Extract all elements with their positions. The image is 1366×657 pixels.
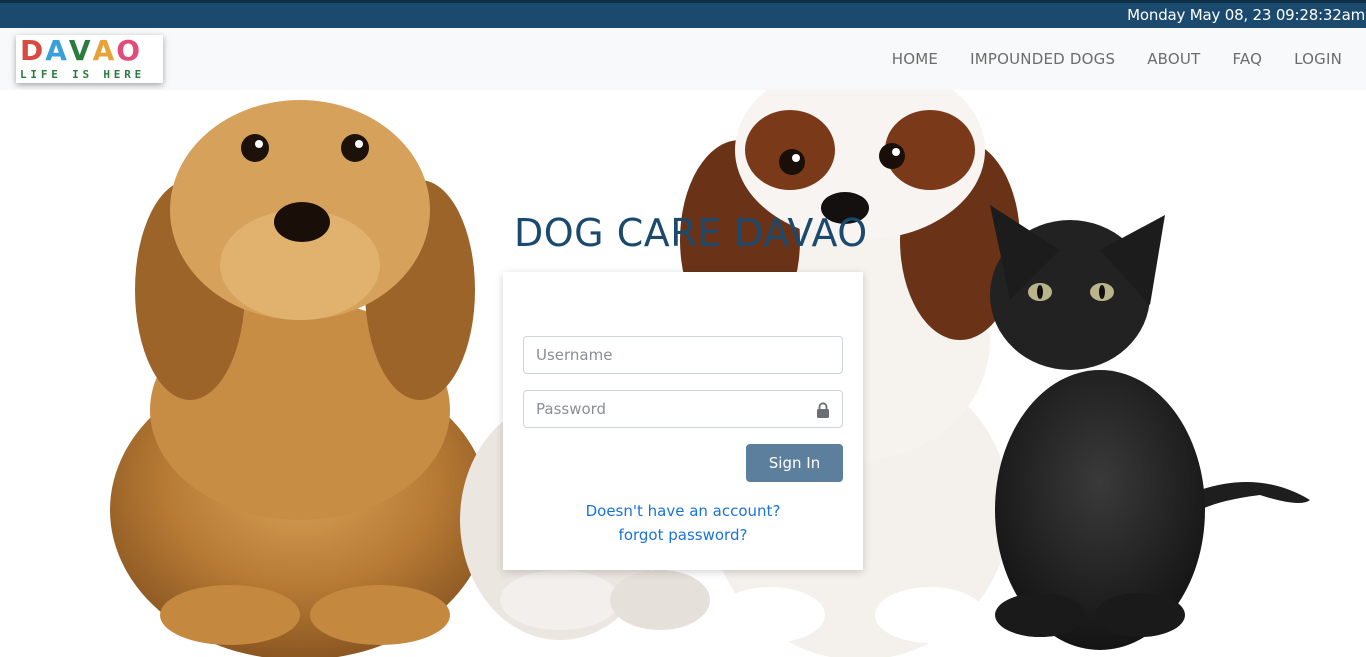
nav-impounded-dogs[interactable]: IMPOUNDED DOGS: [970, 50, 1115, 68]
nav-login[interactable]: LOGIN: [1294, 50, 1342, 68]
nav-home[interactable]: HOME: [892, 50, 938, 68]
sign-in-button[interactable]: Sign In: [746, 444, 843, 482]
logo-letter-a2: A: [92, 35, 115, 67]
lock-icon: [817, 402, 829, 418]
nav-faq[interactable]: FAQ: [1232, 50, 1262, 68]
username-field[interactable]: [523, 336, 843, 374]
account-links: Doesn't have an account? forgot password…: [503, 499, 863, 547]
password-input[interactable]: [524, 391, 842, 427]
main-nav: HOME IMPOUNDED DOGS ABOUT FAQ LOGIN: [892, 28, 1342, 90]
signup-link[interactable]: Doesn't have an account?: [503, 499, 863, 523]
logo-letter-a: A: [45, 35, 67, 67]
top-status-bar: Monday May 08, 23 09:28:32am: [0, 0, 1366, 28]
logo-letter-o: O: [116, 35, 141, 67]
page-title: DOG CARE DAVAO: [514, 211, 868, 255]
username-input[interactable]: [524, 337, 842, 373]
password-field[interactable]: [523, 390, 843, 428]
nav-about[interactable]: ABOUT: [1147, 50, 1200, 68]
logo-tagline: LIFE IS HERE: [20, 68, 146, 81]
logo-letter-v: V: [68, 35, 91, 67]
logo-wordmark: D A V A O: [20, 37, 159, 65]
davao-logo[interactable]: D A V A O LIFE IS HERE: [16, 35, 163, 83]
black-kitten: [990, 205, 1310, 650]
login-card: Sign In Doesn't have an account? forgot …: [503, 272, 863, 570]
golden-puppy: [110, 100, 490, 657]
datetime-text: Monday May 08, 23 09:28:32am: [1127, 6, 1365, 24]
logo-letter-d: D: [20, 35, 44, 67]
navbar: D A V A O LIFE IS HERE HOME IMPOUNDED DO…: [0, 28, 1366, 90]
forgot-password-link[interactable]: forgot password?: [503, 523, 863, 547]
